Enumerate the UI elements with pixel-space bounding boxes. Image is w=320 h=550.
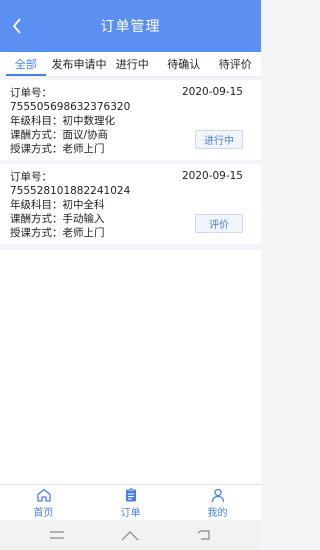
home-icon [36, 488, 51, 502]
menu-button[interactable] [47, 527, 67, 543]
nav-home-label: 首页 [33, 507, 54, 519]
home-outline-icon [122, 531, 139, 541]
chevron-left-icon [12, 18, 21, 34]
tab-to-review[interactable]: 待评价 [210, 52, 262, 76]
tab-to-confirm[interactable]: 待确认 [158, 52, 210, 76]
tab-publishing[interactable]: 发布申请中 [52, 52, 107, 76]
order-card[interactable]: 订单号： 755505698632376320 年级科目：初中数理化 课酬方式：… [0, 80, 261, 160]
clipboard-icon [125, 487, 136, 501]
order-list: 订单号： 755505698632376320 年级科目：初中数理化 课酬方式：… [0, 80, 261, 248]
tab-all[interactable]: 全部 [0, 52, 52, 76]
tab-in-progress[interactable]: 进行中 [107, 52, 159, 76]
menu-icon [49, 531, 64, 539]
nav-home[interactable]: 首页 [0, 485, 87, 520]
bottom-nav: 首页 订单 我的 [0, 484, 261, 520]
system-nav-bar [0, 520, 261, 550]
order-number: 755505698632376320 [10, 101, 131, 113]
review-button[interactable]: 评价 [195, 214, 243, 233]
order-grade-subject: 年级科目：初中全科 [10, 199, 105, 211]
empty-area [0, 250, 261, 484]
return-icon [197, 530, 210, 540]
back-button[interactable] [8, 15, 26, 37]
order-status-tabs: 全部 发布申请中 进行中 待确认 待评价 [0, 52, 261, 77]
order-date: 2020-09-15 [181, 86, 243, 98]
order-grade-subject: 年级科目：初中数理化 [10, 115, 115, 127]
back-nav-button[interactable] [194, 527, 214, 543]
nav-mine-label: 我的 [207, 507, 228, 519]
order-card[interactable]: 订单号： 755528101882241024 年级科目：初中全科 课酬方式：手… [0, 164, 261, 244]
order-number: 755528101882241024 [10, 185, 131, 197]
nav-mine[interactable]: 我的 [174, 485, 261, 520]
order-status-button[interactable]: 进行中 [195, 130, 243, 149]
order-date: 2020-09-15 [181, 170, 243, 182]
home-button[interactable] [120, 527, 140, 543]
nav-orders-label: 订单 [120, 507, 141, 519]
nav-orders[interactable]: 订单 [87, 485, 174, 520]
user-icon [211, 488, 224, 502]
page-title: 订单管理 [100, 19, 161, 35]
app-header: 订单管理 [0, 0, 261, 52]
